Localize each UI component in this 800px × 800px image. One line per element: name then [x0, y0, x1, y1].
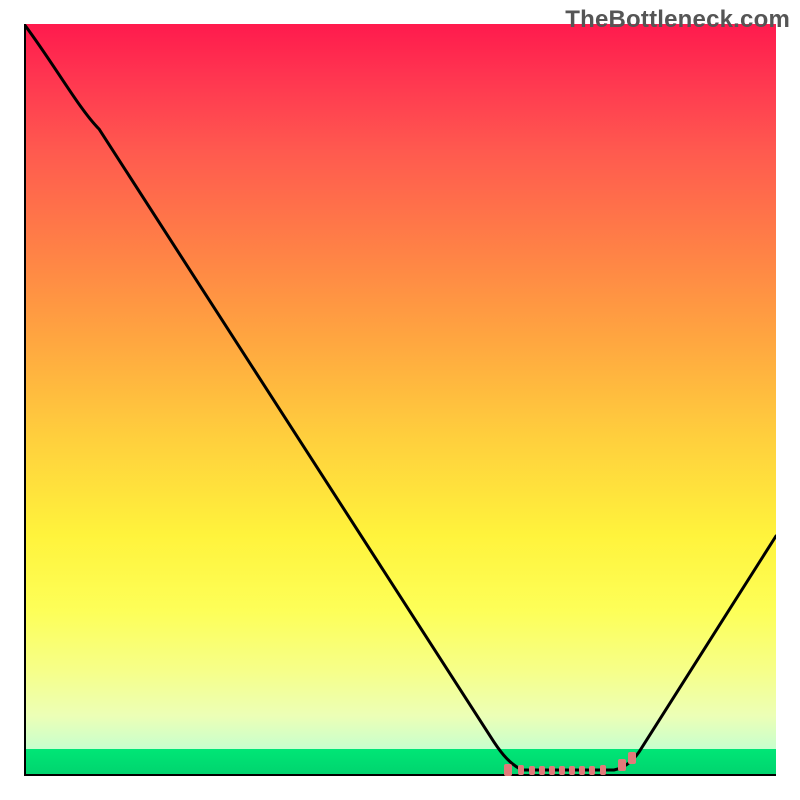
- curve-layer: [24, 24, 776, 776]
- bottleneck-chart: TheBottleneck.com: [0, 0, 800, 800]
- bottleneck-curve: [24, 24, 776, 770]
- watermark-text: TheBottleneck.com: [565, 6, 790, 34]
- plot-area: [24, 24, 776, 776]
- flat-region-markers: [504, 752, 636, 776]
